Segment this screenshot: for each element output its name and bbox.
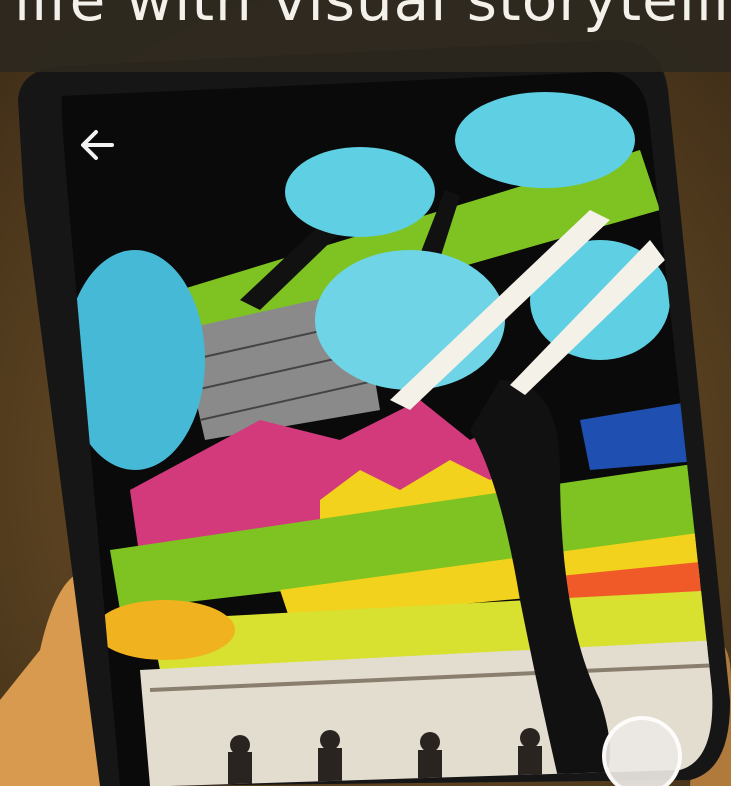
video-caption: life with visual storytelling [14,0,731,34]
capture-shutter-button[interactable] [602,716,682,786]
video-caption-banner: life with visual storytelling [0,0,731,72]
scene-graphic [0,0,731,786]
orange-blob [95,600,235,660]
camera-scene: life with visual storytelling [0,0,731,786]
cloud-1 [285,147,435,237]
arrow-left-icon [81,130,114,160]
ar-screen [61,71,713,786]
cloud-2 [455,92,635,188]
back-button[interactable] [76,123,120,167]
